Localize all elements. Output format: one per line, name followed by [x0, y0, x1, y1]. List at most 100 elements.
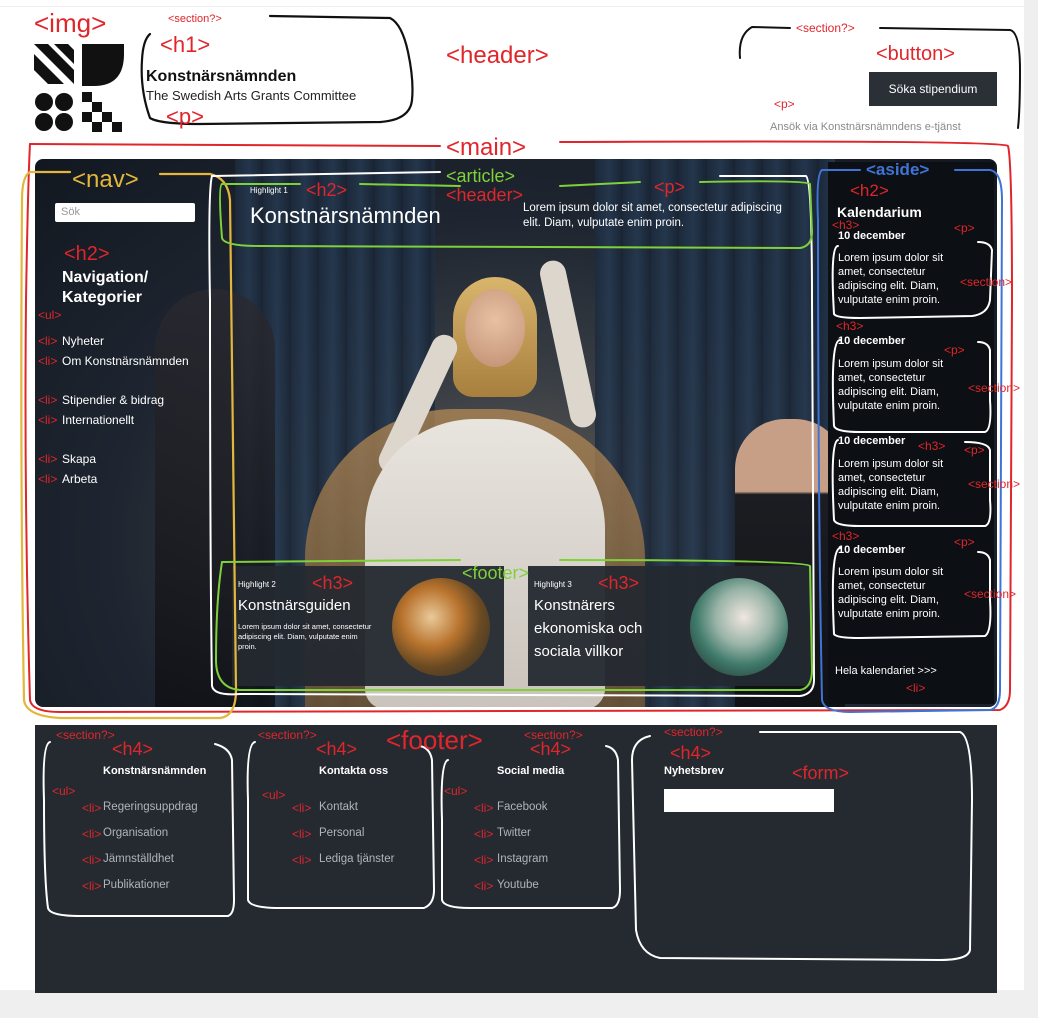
- annotation-li: <li>: [38, 452, 58, 466]
- annotation-section: <section?>: [796, 21, 855, 35]
- annotation-footer: <footer>: [386, 725, 483, 755]
- logo-icon[interactable]: [34, 44, 124, 134]
- nav-heading: Navigation/ Kategorier: [62, 269, 149, 306]
- annotation-h4: <h4>: [530, 739, 572, 759]
- site-title: Konstnärsnämnden: [146, 68, 297, 85]
- annotation-ul: <ul>: [262, 788, 286, 802]
- annotation-li: <li>: [82, 853, 102, 867]
- annotation-ul: <ul>: [444, 784, 468, 798]
- highlight-2-image: [392, 578, 490, 676]
- footer-heading-3: Social media: [497, 765, 565, 777]
- footer-link[interactable]: Twitter: [497, 827, 531, 839]
- annotation-li: <li>: [474, 827, 494, 841]
- article-intro: Lorem ipsum dolor sit amet, consectetur …: [523, 202, 782, 229]
- footer-heading-1: Konstnärsnämnden: [103, 765, 207, 777]
- footer-link[interactable]: Regeringsuppdrag: [103, 801, 198, 813]
- annotation-li: <li>: [474, 801, 494, 815]
- annotation-h3: <h3>: [598, 573, 640, 593]
- annotation-header: <header>: [446, 185, 524, 205]
- annotation-p: <p>: [964, 443, 985, 457]
- annotation-form: <form>: [792, 763, 850, 783]
- event-date-3: 10 december: [838, 435, 906, 447]
- annotation-li: <li>: [38, 472, 58, 486]
- annotation-section: <section?>: [56, 728, 115, 742]
- event-text-1: Lorem ipsum dolor sit amet, consectetur …: [838, 252, 944, 306]
- annotation-nav: <nav>: [72, 166, 139, 193]
- article-title[interactable]: Konstnärsnämnden: [250, 203, 441, 229]
- footer-link[interactable]: Organisation: [103, 827, 168, 839]
- annotation-h3: <h3>: [918, 439, 946, 453]
- highlight-2-text: Lorem ipsum dolor sit amet, consectetur …: [238, 622, 372, 651]
- annotation-h4: <h4>: [670, 743, 712, 763]
- nav-item-create[interactable]: Skapa: [62, 452, 96, 466]
- nav-item-work[interactable]: Arbeta: [62, 472, 97, 486]
- footer-link[interactable]: Lediga tjänster: [319, 853, 394, 865]
- annotation-li: <li>: [38, 413, 58, 427]
- annotation-footer: <footer>: [462, 563, 530, 583]
- annotation-h3: <h3>: [832, 218, 860, 232]
- singer-arm-right: [537, 258, 599, 430]
- annotation-h4: <h4>: [112, 739, 154, 759]
- event-date-2: 10 december: [838, 335, 906, 347]
- footer-heading-4: Nyhetsbrev: [664, 765, 724, 777]
- footer-link[interactable]: Youtube: [497, 879, 539, 891]
- page-bottom-bar: [0, 990, 1024, 1018]
- annotation-section: <section?>: [664, 725, 723, 739]
- search-input[interactable]: Sök: [55, 203, 195, 222]
- annotation-p: <p>: [944, 343, 965, 357]
- footer-link[interactable]: Publikationer: [103, 879, 169, 891]
- calendar-aside: [828, 162, 994, 704]
- highlight-card-3[interactable]: Highlight 3 Konstnärers ekonomiska och s…: [528, 566, 812, 686]
- annotation-li: <li>: [474, 879, 494, 893]
- newsletter-input[interactable]: [664, 789, 834, 812]
- annotation-h2: <h2>: [850, 181, 889, 200]
- annotation-section: <section>: [968, 381, 1021, 395]
- nav-item-news[interactable]: Nyheter: [62, 334, 104, 348]
- annotation-p: <p>: [654, 177, 686, 197]
- annotation-li: <li>: [474, 853, 494, 867]
- annotation-button: <button>: [876, 43, 955, 65]
- apply-grant-button[interactable]: Söka stipendium: [869, 72, 997, 106]
- annotation-aside: <aside>: [866, 160, 930, 179]
- nav-item-international[interactable]: Internationellt: [62, 413, 134, 427]
- annotation-li: <li>: [82, 879, 102, 893]
- annotation-main: <main>: [446, 134, 527, 161]
- annotation-section: <section>: [960, 275, 1013, 289]
- annotation-li: <li>: [38, 334, 58, 348]
- annotation-h2: <h2>: [64, 243, 110, 265]
- annotation-p: <p>: [954, 535, 975, 549]
- highlight-3-title: Konstnärers ekonomiska och sociala villk…: [534, 597, 643, 660]
- annotation-p: <p>: [954, 221, 975, 235]
- annotation-h2: <h2>: [306, 180, 348, 200]
- footer-link[interactable]: Jämnställdhet: [103, 853, 174, 865]
- annotation-li: <li>: [292, 801, 312, 815]
- annotation-header: <header>: [446, 42, 549, 69]
- annotation-li: <li>: [38, 393, 58, 407]
- footer-link[interactable]: Personal: [319, 827, 364, 839]
- highlight-2-label: Highlight 2: [238, 580, 276, 589]
- annotation-li: <li>: [38, 354, 58, 368]
- annotation-h1: <h1>: [160, 32, 211, 57]
- annotation-p: <p>: [774, 97, 795, 111]
- event-text-4: Lorem ipsum dolor sit amet, consectetur …: [838, 566, 944, 620]
- footer-link[interactable]: Facebook: [497, 801, 548, 813]
- highlight-2-title: Konstnärsguiden: [238, 597, 351, 614]
- apply-note: Ansök via Konstnärsnämndens e-tjänst: [770, 121, 961, 133]
- annotation-ul: <ul>: [52, 784, 76, 798]
- annotation-h3: <h3>: [312, 573, 354, 593]
- highlight-card-2[interactable]: Highlight 2 Konstnärsguiden Lorem ipsum …: [232, 566, 504, 686]
- page-scrollbar[interactable]: [1024, 0, 1038, 1018]
- annotation-li: <li>: [292, 853, 312, 867]
- full-calendar-link[interactable]: Hela kalendariet >>>: [835, 665, 937, 677]
- annotation-li: <li>: [292, 827, 312, 841]
- annotation-li: <li>: [82, 827, 102, 841]
- annotation-section: <section>: [964, 587, 1017, 601]
- footer-heading-2: Kontakta oss: [319, 765, 389, 777]
- footer-link[interactable]: Kontakt: [319, 801, 358, 813]
- nav-item-about[interactable]: Om Konstnärsnämnden: [62, 354, 189, 368]
- annotation-section: <section?>: [258, 728, 317, 742]
- nav-item-grants[interactable]: Stipendier & bidrag: [62, 393, 164, 407]
- annotation-section: <section>: [968, 477, 1021, 491]
- footer-link[interactable]: Instagram: [497, 853, 548, 865]
- event-text-3: Lorem ipsum dolor sit amet, consectetur …: [838, 458, 944, 512]
